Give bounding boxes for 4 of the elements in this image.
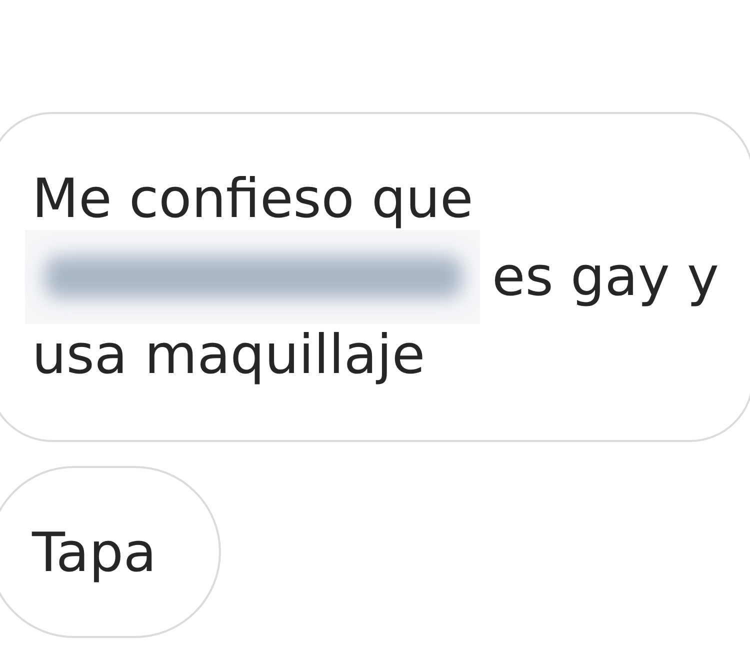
- message-text: Tapa: [32, 520, 157, 586]
- message-text: usa maquillaje: [32, 322, 426, 388]
- message-text: es gay y: [492, 244, 719, 310]
- message-text: Me confieso que: [32, 166, 474, 232]
